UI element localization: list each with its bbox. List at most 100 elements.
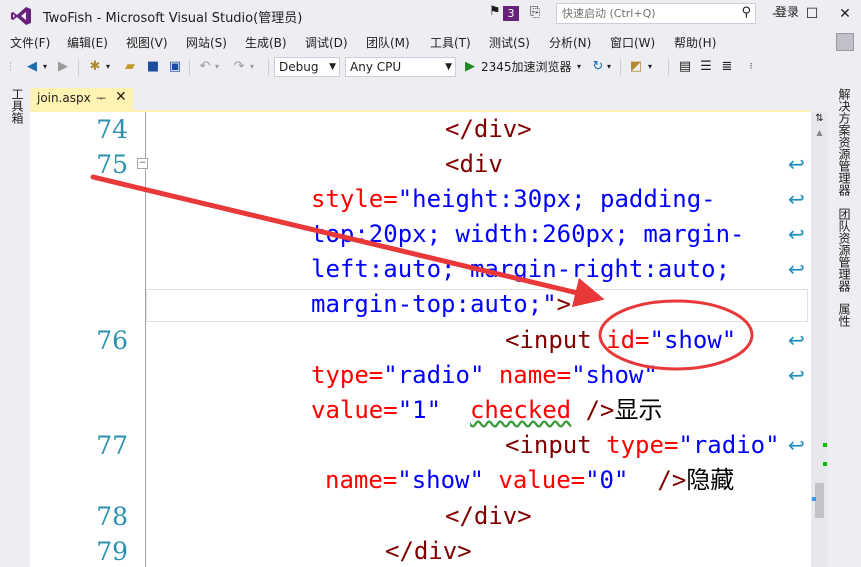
feedback-icon[interactable]: ⎘ (530, 5, 548, 21)
word-wrap-glyph-icon: ↩ (788, 363, 805, 387)
navigate-forward-icon[interactable]: ▶ (55, 58, 71, 76)
standard-toolbar: ⋮ ◀ ▾ ▶ ✱ ▾ ▰ ■ ▣ ↶ ▾ ↷ ▾ Debug ▼ Any CP… (0, 53, 861, 81)
toolbar-separator (78, 59, 79, 76)
code-token: </div> (445, 502, 532, 530)
code-token: 隐藏 (686, 466, 735, 494)
new-project-icon[interactable]: ✱ (86, 58, 104, 76)
refresh-icon[interactable]: ↻ (590, 58, 606, 76)
menu-view[interactable]: 视图(V) (126, 34, 168, 51)
line-number: 79 (96, 537, 128, 566)
menu-window[interactable]: 窗口(W) (610, 34, 655, 51)
search-icon[interactable]: ⚲ (741, 5, 751, 20)
menu-team[interactable]: 团队(M) (366, 34, 410, 51)
code-token: "show" (397, 466, 484, 494)
code-token: "1" (397, 396, 442, 424)
menu-tools[interactable]: 工具(T) (430, 34, 471, 51)
collapse-region-icon[interactable]: − (137, 158, 148, 169)
code-line: type="radio" name="show" (311, 358, 658, 393)
chevron-down-icon[interactable]: ▾ (40, 58, 50, 76)
team-explorer-tab[interactable]: 团队资源管理器 (837, 208, 851, 292)
sign-in-link[interactable]: 登录 (775, 3, 799, 20)
code-token: /> (657, 466, 687, 494)
run-icon[interactable]: ▶ (463, 58, 477, 76)
code-line: <div (445, 147, 503, 182)
open-file-icon[interactable]: ▰ (121, 58, 139, 76)
code-token: "radio" (678, 431, 780, 459)
code-token: value= (311, 396, 398, 424)
quick-launch-input[interactable] (557, 4, 732, 23)
scrollbar-thumb[interactable] (815, 483, 824, 518)
close-tab-icon[interactable]: ✕ (115, 89, 127, 105)
visual-studio-logo-icon (11, 7, 31, 25)
line-number: 75 (96, 150, 128, 179)
chevron-down-icon[interactable]: ▾ (104, 58, 112, 76)
pin-tab-icon[interactable]: ᅮ (96, 90, 106, 106)
code-token: type= (606, 431, 679, 459)
undo-icon[interactable]: ↶ (196, 58, 214, 76)
word-wrap-glyph-icon: ↩ (788, 433, 805, 457)
menu-build[interactable]: 生成(B) (245, 34, 287, 51)
close-button[interactable]: ✕ (835, 4, 855, 24)
menu-analyze[interactable]: 分析(N) (549, 34, 591, 51)
save-all-icon[interactable]: ▣ (166, 58, 184, 76)
toolbox-tab[interactable]: 工具箱 (8, 88, 24, 124)
code-token: "height:30px; padding- (397, 185, 716, 213)
maximize-button[interactable]: ☐ (802, 4, 822, 24)
browser-link-icon[interactable]: ◩ (627, 58, 645, 76)
code-token: /> (585, 396, 615, 424)
menu-website[interactable]: 网站(S) (186, 34, 227, 51)
code-token: id= (606, 326, 650, 354)
notification-flag-icon[interactable]: ⚑ (489, 5, 503, 19)
chevron-down-icon[interactable]: ▾ (605, 58, 613, 76)
code-line: top:20px; width:260px; margin- (311, 217, 744, 252)
split-window-icon[interactable]: ⇅ (811, 112, 828, 126)
menu-edit[interactable]: 编辑(E) (67, 34, 108, 51)
solution-configuration-dropdown[interactable]: Debug ▼ (274, 57, 340, 77)
code-token: <div (445, 150, 503, 178)
scroll-up-icon[interactable]: ▲ (811, 126, 828, 140)
word-wrap-glyph-icon: ↩ (788, 257, 805, 281)
toolbar-separator (668, 59, 669, 76)
document-tab-label: join.aspx (37, 91, 91, 105)
menu-help[interactable]: 帮助(H) (674, 34, 716, 51)
window-title: TwoFish - Microsoft Visual Studio(管理员) (43, 11, 303, 26)
chevron-down-icon: ▼ (445, 62, 452, 72)
quick-launch-box[interactable]: ⚲ (556, 3, 756, 24)
code-token: margin-top:auto;" (311, 290, 557, 318)
code-token: </div> (385, 537, 472, 565)
code-line: </div> (445, 112, 532, 147)
account-icon[interactable] (836, 33, 854, 51)
notification-badge[interactable]: 3 (503, 6, 519, 21)
toolbar-separator (189, 59, 190, 76)
toolbar-overflow-icon[interactable]: ⁝ (746, 58, 756, 76)
menu-test[interactable]: 测试(S) (489, 34, 530, 51)
menu-bar: 文件(F) 编辑(E) 视图(V) 网站(S) 生成(B) 调试(D) 团队(M… (0, 31, 861, 52)
toolbar-separator (620, 59, 621, 76)
caret-position-marker (812, 497, 816, 501)
solution-platform-dropdown[interactable]: Any CPU ▼ (345, 57, 456, 77)
solution-explorer-tab[interactable]: 解决方案资源管理器 (837, 88, 851, 196)
code-token: "show" (649, 326, 737, 354)
chevron-down-icon[interactable]: ▾ (575, 58, 583, 76)
chevron-down-icon[interactable]: ▾ (645, 58, 655, 76)
code-token: "show" (571, 361, 658, 389)
redo-icon[interactable]: ↷ (230, 58, 248, 76)
comment-lines-icon[interactable]: ☰ (697, 58, 715, 76)
navigate-back-icon[interactable]: ◀ (22, 58, 42, 76)
code-editor[interactable]: − 74 75 76 77 78 79 </div> <div style="h… (30, 112, 811, 567)
uncomment-lines-icon[interactable]: ≣ (718, 58, 736, 76)
code-token: "radio" (383, 361, 485, 389)
menu-debug[interactable]: 调试(D) (305, 34, 348, 51)
outline-margin (145, 112, 146, 567)
code-line: <input type="radio" (505, 428, 780, 463)
save-icon[interactable]: ■ (144, 58, 162, 76)
code-token: "0" (585, 466, 629, 494)
run-target-button[interactable]: 2345加速浏览器 (481, 58, 575, 76)
properties-tab[interactable]: 属性 (837, 303, 851, 327)
menu-file[interactable]: 文件(F) (10, 34, 50, 51)
change-marker (823, 462, 827, 466)
document-icon[interactable]: ▤ (676, 58, 694, 76)
line-number: 77 (96, 431, 128, 460)
chevron-down-icon[interactable]: ▾ (213, 58, 221, 76)
chevron-down-icon[interactable]: ▾ (248, 58, 256, 76)
